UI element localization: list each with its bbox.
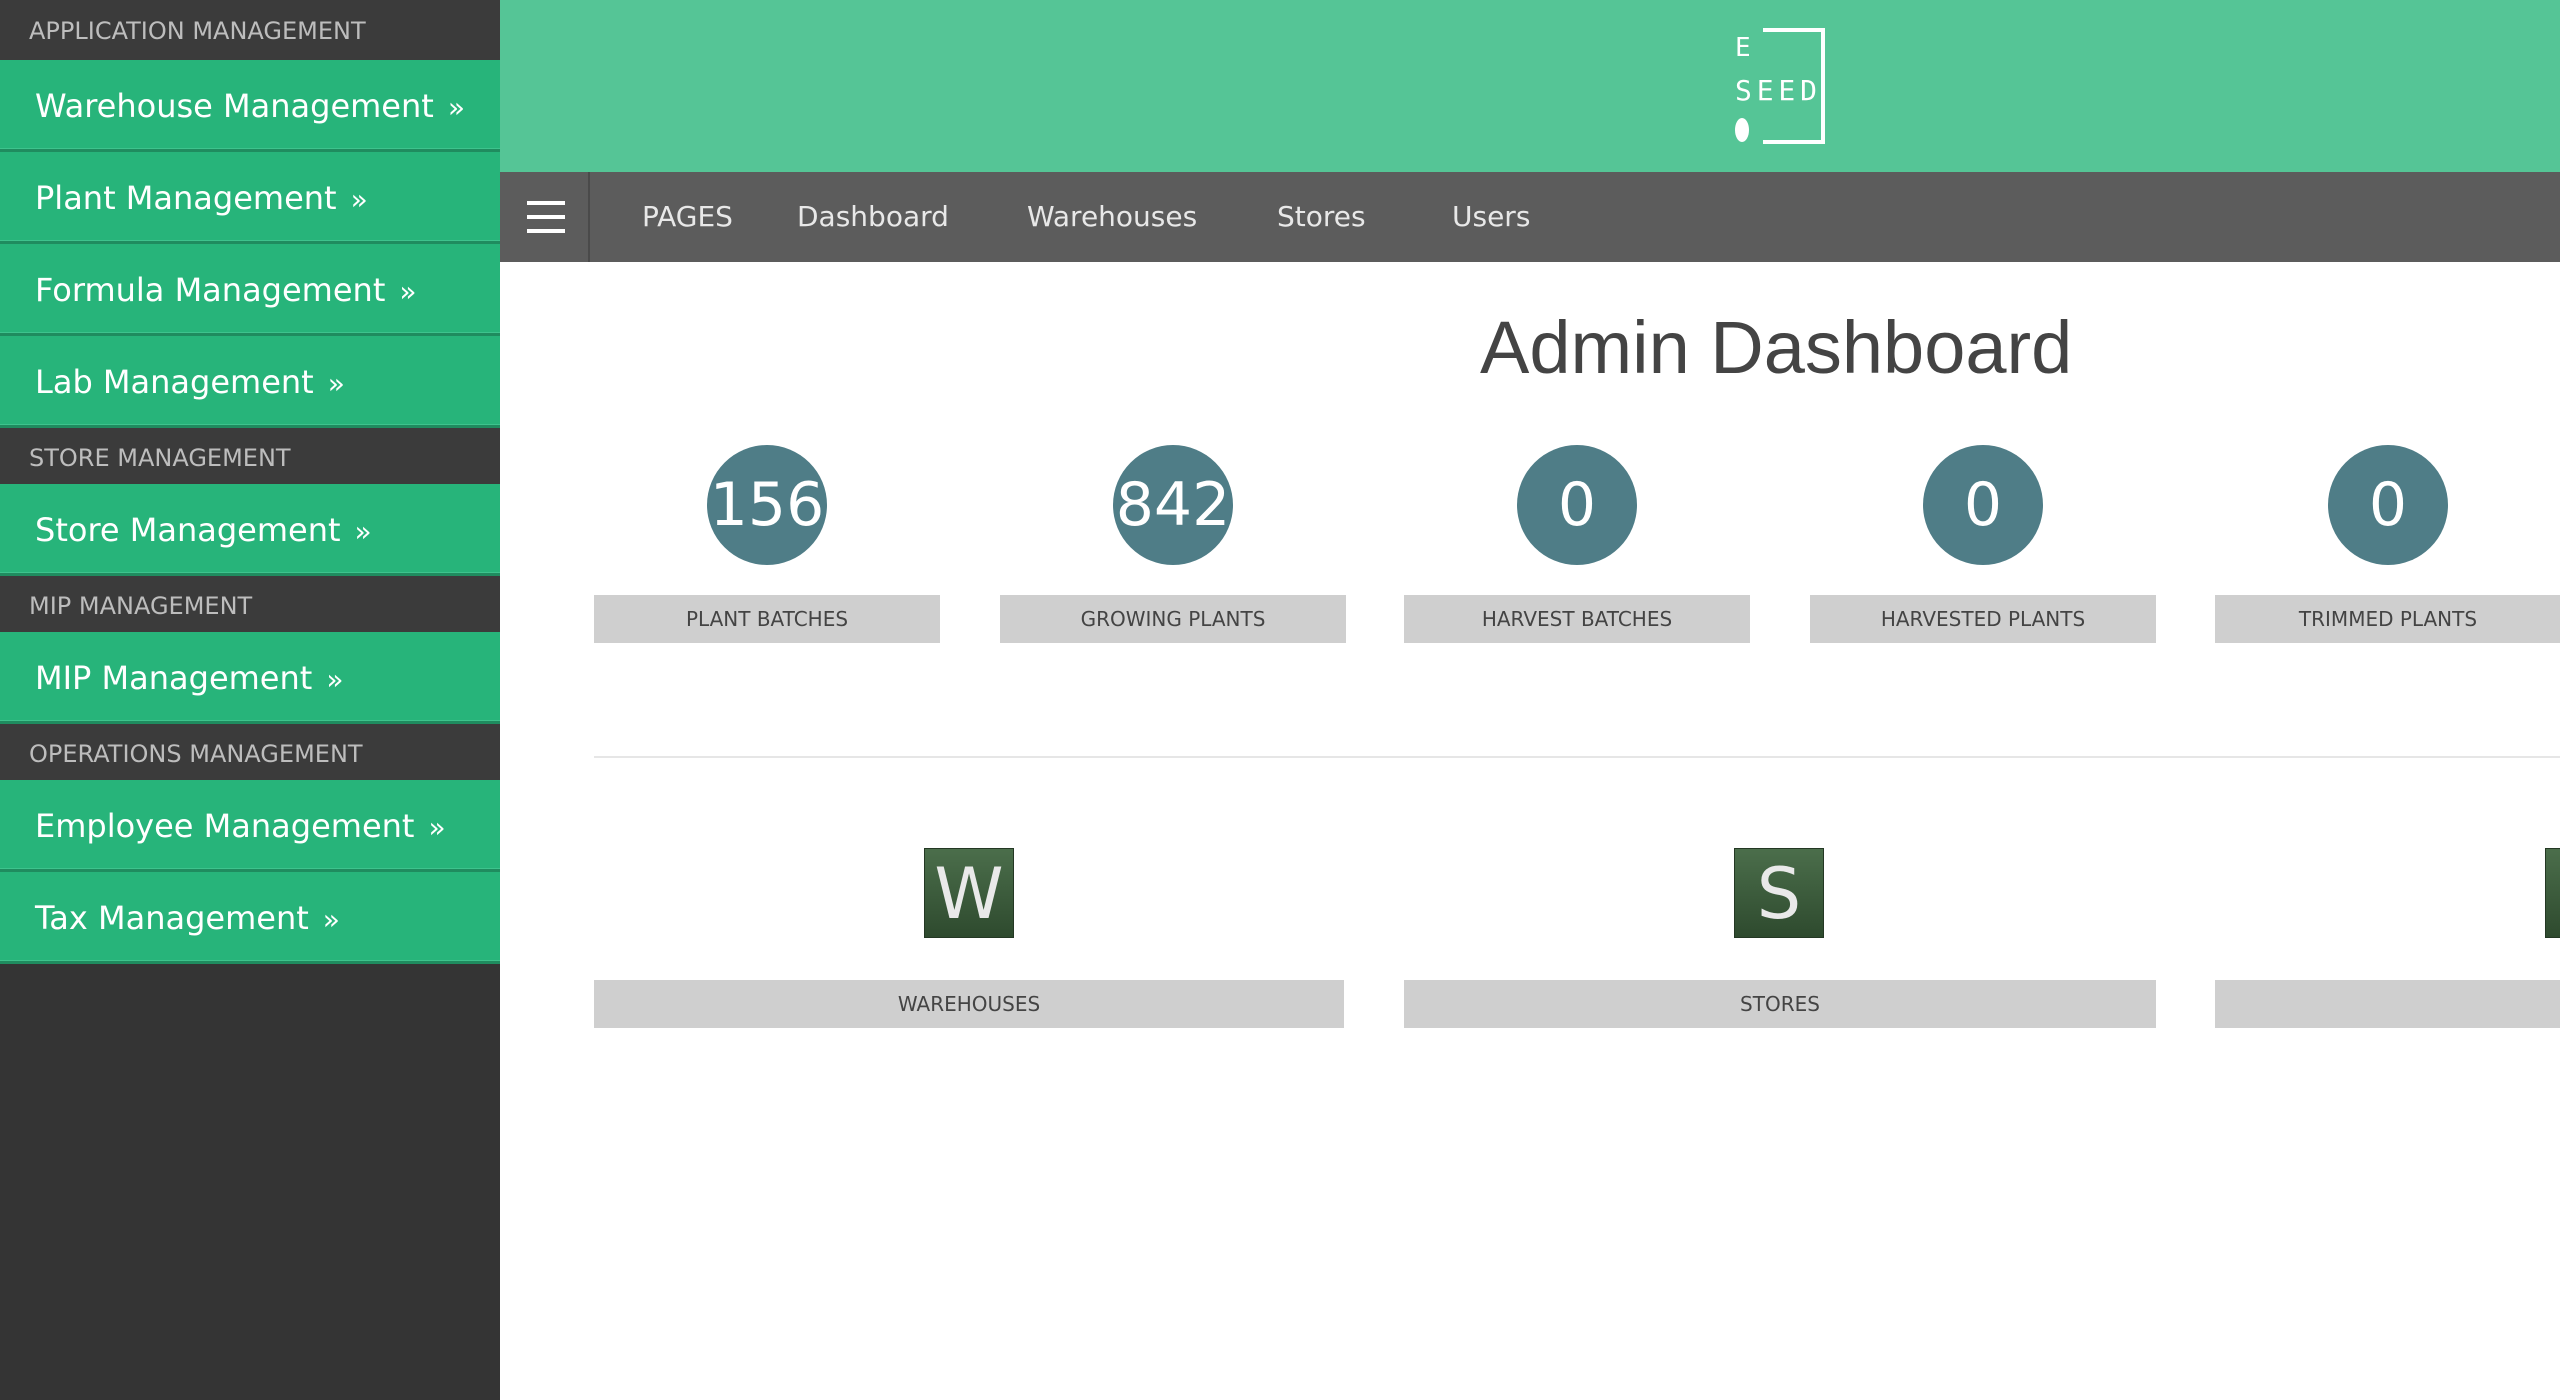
stat-growing-plants[interactable]: 842 GROWING PLANTS xyxy=(1000,445,1346,645)
logo-letter-e: E xyxy=(1735,33,1751,63)
chevron-right-icon: » xyxy=(350,183,368,216)
sidebar-item-label: Warehouse Management xyxy=(35,87,434,125)
stat-label: TRIMMED PLANTS xyxy=(2215,595,2560,643)
top-navbar: PAGES Dashboard Warehouses Stores Users xyxy=(500,172,2560,262)
stat-harvested-plants[interactable]: 0 HARVESTED PLANTS xyxy=(1810,445,2156,645)
stat-value: 842 xyxy=(1113,445,1233,565)
stat-value: 0 xyxy=(1517,445,1637,565)
stat-trimmed-plants[interactable]: 0 TRIMMED PLANTS xyxy=(2215,445,2560,645)
sidebar-item-label: Formula Management xyxy=(35,271,386,309)
sidebar: APPLICATION MANAGEMENT Warehouse Managem… xyxy=(0,0,500,1400)
chevron-right-icon: » xyxy=(326,663,344,696)
app-header: E SEED xyxy=(500,0,2560,172)
sidebar-item-employee-management[interactable]: Employee Management » xyxy=(0,780,500,872)
sidebar-item-plant-management[interactable]: Plant Management » xyxy=(0,152,500,244)
tile-label: WAREHOUSES xyxy=(594,980,1344,1028)
seed-icon xyxy=(1735,118,1749,142)
section-divider xyxy=(594,756,2560,758)
eseed-logo[interactable]: E SEED xyxy=(1733,28,1829,144)
stat-value: 0 xyxy=(1923,445,2043,565)
tile-label: STORES xyxy=(1404,980,2156,1028)
tile-label xyxy=(2215,980,2560,1028)
stat-label: HARVESTED PLANTS xyxy=(1810,595,2156,643)
partial-tile-icon[interactable] xyxy=(2545,848,2560,938)
sidebar-item-label: Plant Management xyxy=(35,179,337,217)
nav-users[interactable]: Users xyxy=(1452,172,1530,262)
sidebar-item-formula-management[interactable]: Formula Management » xyxy=(0,244,500,336)
sidebar-item-label: Lab Management xyxy=(35,363,314,401)
stat-value: 156 xyxy=(707,445,827,565)
stat-label: PLANT BATCHES xyxy=(594,595,940,643)
sidebar-item-store-management[interactable]: Store Management » xyxy=(0,484,500,576)
nav-warehouses[interactable]: Warehouses xyxy=(1027,172,1197,262)
chevron-right-icon: » xyxy=(447,91,465,124)
sidebar-item-label: Tax Management xyxy=(35,899,309,937)
section-header-application: APPLICATION MANAGEMENT xyxy=(0,0,500,60)
sidebar-item-lab-management[interactable]: Lab Management » xyxy=(0,336,500,428)
logo-word-seed: SEED xyxy=(1735,74,1817,107)
stat-label: GROWING PLANTS xyxy=(1000,595,1346,643)
nav-dashboard[interactable]: Dashboard xyxy=(797,172,949,262)
chevron-right-icon: » xyxy=(327,367,345,400)
page-title: Admin Dashboard xyxy=(1480,306,2073,389)
sidebar-item-label: MIP Management xyxy=(35,659,313,697)
section-header-mip: MIP MANAGEMENT xyxy=(0,576,500,632)
stat-label: HARVEST BATCHES xyxy=(1404,595,1750,643)
tile-partial[interactable] xyxy=(2215,848,2560,1030)
stat-harvest-batches[interactable]: 0 HARVEST BATCHES xyxy=(1404,445,1750,645)
chevron-right-icon: » xyxy=(322,903,340,936)
tile-stores[interactable]: S STORES xyxy=(1404,848,2156,1030)
section-header-store: STORE MANAGEMENT xyxy=(0,428,500,484)
sidebar-item-label: Store Management xyxy=(35,511,341,549)
sidebar-item-tax-management[interactable]: Tax Management » xyxy=(0,872,500,964)
section-header-operations: OPERATIONS MANAGEMENT xyxy=(0,724,500,780)
warehouse-tile-icon[interactable]: W xyxy=(924,848,1014,938)
stat-value: 0 xyxy=(2328,445,2448,565)
store-tile-icon[interactable]: S xyxy=(1734,848,1824,938)
chevron-right-icon: » xyxy=(354,515,372,548)
nav-stores[interactable]: Stores xyxy=(1277,172,1366,262)
nav-pages[interactable]: PAGES xyxy=(642,172,733,262)
sidebar-item-warehouse-management[interactable]: Warehouse Management » xyxy=(0,60,500,152)
sidebar-item-label: Employee Management xyxy=(35,807,415,845)
hamburger-menu-icon[interactable] xyxy=(500,172,590,262)
chevron-right-icon: » xyxy=(399,275,417,308)
stat-plant-batches[interactable]: 156 PLANT BATCHES xyxy=(594,445,940,645)
sidebar-item-mip-management[interactable]: MIP Management » xyxy=(0,632,500,724)
chevron-right-icon: » xyxy=(428,811,446,844)
tile-warehouses[interactable]: W WAREHOUSES xyxy=(594,848,1344,1030)
